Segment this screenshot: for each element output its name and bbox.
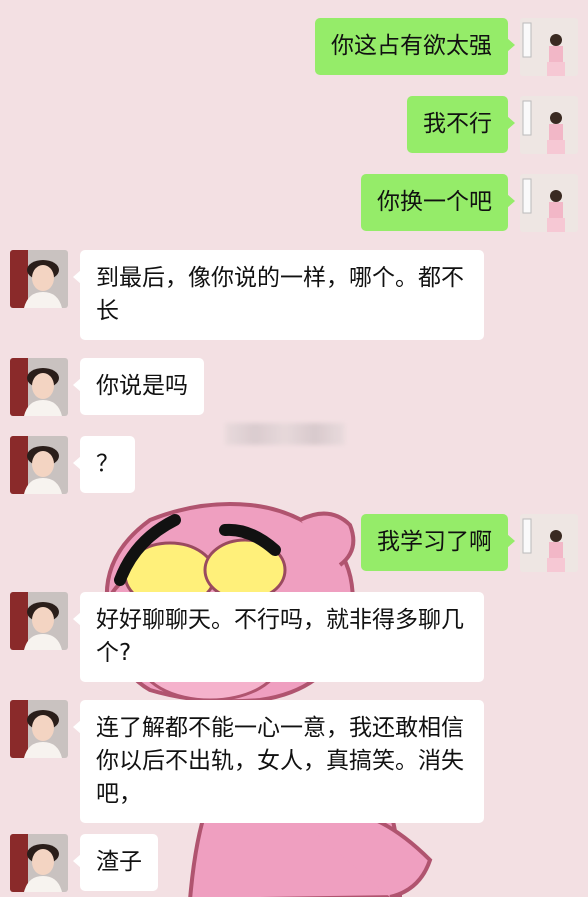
girl-avatar-icon xyxy=(520,96,578,154)
boy-avatar-icon xyxy=(10,700,68,758)
girl-avatar-icon xyxy=(520,514,578,572)
message-row: 到最后，像你说的一样，哪个。都不长 xyxy=(10,250,484,340)
boy-avatar-icon xyxy=(10,834,68,892)
message-bubble[interactable]: 好好聊聊天。不行吗，就非得多聊几个? xyxy=(73,592,484,682)
avatar[interactable] xyxy=(10,700,68,758)
message-bubble[interactable]: 渣子 xyxy=(73,834,158,891)
message-bubble[interactable]: 我不行 xyxy=(407,96,515,153)
avatar[interactable] xyxy=(10,436,68,494)
boy-avatar-icon xyxy=(10,592,68,650)
avatar[interactable] xyxy=(10,592,68,650)
boy-avatar-icon xyxy=(10,358,68,416)
avatar[interactable] xyxy=(520,514,578,572)
message-row: 你这占有欲太强 xyxy=(315,18,578,76)
avatar[interactable] xyxy=(520,18,578,76)
message-bubble[interactable]: ？ xyxy=(73,436,135,493)
message-row: ？ xyxy=(10,436,135,494)
message-row: 我学习了啊 xyxy=(361,514,578,572)
avatar[interactable] xyxy=(520,174,578,232)
girl-avatar-icon xyxy=(520,174,578,232)
message-bubble[interactable]: 我学习了啊 xyxy=(361,514,515,571)
girl-avatar-icon xyxy=(520,18,578,76)
message-bubble[interactable]: 到最后，像你说的一样，哪个。都不长 xyxy=(73,250,484,340)
message-bubble[interactable]: 你说是吗 xyxy=(73,358,204,415)
message-row: 连了解都不能一心一意，我还敢相信你以后不出轨，女人，真搞笑。消失吧， xyxy=(10,700,484,823)
message-bubble[interactable]: 你这占有欲太强 xyxy=(315,18,515,75)
avatar[interactable] xyxy=(520,96,578,154)
boy-avatar-icon xyxy=(10,250,68,308)
avatar[interactable] xyxy=(10,358,68,416)
avatar[interactable] xyxy=(10,250,68,308)
boy-avatar-icon xyxy=(10,436,68,494)
message-row: 我不行 xyxy=(407,96,578,154)
message-row: 你说是吗 xyxy=(10,358,204,416)
message-bubble[interactable]: 连了解都不能一心一意，我还敢相信你以后不出轨，女人，真搞笑。消失吧， xyxy=(73,700,484,823)
message-bubble[interactable]: 你换一个吧 xyxy=(361,174,515,231)
chat-window: 你这占有欲太强 我不行 你换一个吧 到最后，像你说的一样，哪个。都不长 你说是吗… xyxy=(0,0,588,897)
message-row: 渣子 xyxy=(10,834,158,892)
message-row: 你换一个吧 xyxy=(361,174,578,232)
avatar[interactable] xyxy=(10,834,68,892)
message-row: 好好聊聊天。不行吗，就非得多聊几个? xyxy=(10,592,484,682)
